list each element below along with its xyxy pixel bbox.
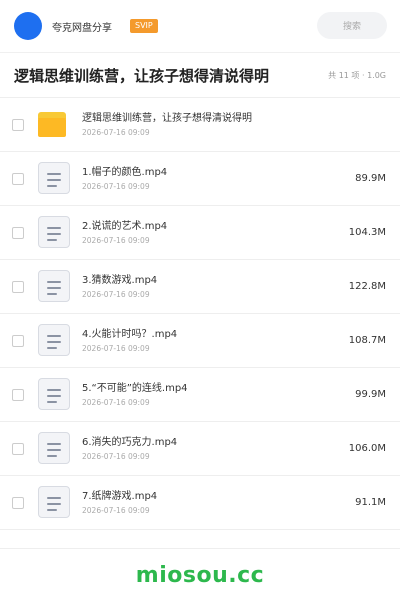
svip-badge: SVIP bbox=[130, 19, 158, 33]
file-size: 108.7M bbox=[348, 335, 386, 346]
file-row[interactable]: 1.帽子的颜色.mp4 2026-07-16 09:09 89.9M bbox=[0, 152, 400, 206]
file-date: 2026-07-16 09:09 bbox=[82, 505, 150, 515]
file-size: 99.9M bbox=[355, 389, 386, 400]
share-meta: 共 11 项 · 1.0G bbox=[328, 70, 386, 80]
file-name[interactable]: 3.猜数游戏.mp4 bbox=[82, 274, 157, 288]
file-row[interactable]: 5.“不可能”的连线.mp4 2026-07-16 09:09 99.9M bbox=[0, 368, 400, 422]
document-icon bbox=[38, 377, 72, 412]
app-header: 夸克网盘分享 SVIP 搜索 bbox=[0, 0, 400, 53]
file-size: 104.3M bbox=[348, 227, 386, 238]
row-checkbox[interactable] bbox=[12, 334, 24, 347]
document-icon bbox=[38, 323, 72, 358]
document-icon bbox=[38, 215, 72, 250]
share-title-bar: 逻辑思维训练营，让孩子想得清说得明 共 11 项 · 1.0G bbox=[0, 53, 400, 98]
row-checkbox[interactable] bbox=[12, 226, 24, 239]
file-list: 逻辑思维训练营，让孩子想得清说得明 2026-07-16 09:09 1.帽子的… bbox=[0, 98, 400, 530]
file-row[interactable]: 7.纸牌游戏.mp4 2026-07-16 09:09 91.1M bbox=[0, 476, 400, 530]
file-name[interactable]: 7.纸牌游戏.mp4 bbox=[82, 490, 157, 504]
file-name[interactable]: 5.“不可能”的连线.mp4 bbox=[82, 382, 188, 396]
file-date: 2026-07-16 09:09 bbox=[82, 397, 150, 407]
file-name[interactable]: 6.消失的巧克力.mp4 bbox=[82, 436, 177, 450]
file-name[interactable]: 1.帽子的颜色.mp4 bbox=[82, 166, 167, 180]
file-name[interactable]: 2.说谎的艺术.mp4 bbox=[82, 220, 167, 234]
footer: miosou.cc bbox=[0, 548, 400, 600]
file-date: 2026-07-16 09:09 bbox=[82, 235, 150, 245]
document-icon bbox=[38, 431, 72, 466]
file-size: 89.9M bbox=[355, 173, 386, 184]
document-icon bbox=[38, 485, 72, 520]
row-checkbox[interactable] bbox=[12, 118, 24, 131]
document-icon bbox=[38, 161, 72, 196]
row-checkbox[interactable] bbox=[12, 172, 24, 185]
file-date: 2026-07-16 09:09 bbox=[82, 343, 150, 353]
file-row[interactable]: 6.消失的巧克力.mp4 2026-07-16 09:09 106.0M bbox=[0, 422, 400, 476]
brand-name: 夸克网盘分享 bbox=[52, 22, 112, 34]
share-page: 夸克网盘分享 SVIP 搜索 逻辑思维训练营，让孩子想得清说得明 共 11 项 … bbox=[0, 0, 400, 600]
file-name[interactable]: 4.火能计时吗？.mp4 bbox=[82, 328, 177, 342]
file-size: 91.1M bbox=[355, 497, 386, 508]
search-button[interactable]: 搜索 bbox=[317, 12, 387, 39]
user-avatar[interactable] bbox=[14, 12, 42, 40]
folder-icon bbox=[38, 108, 72, 142]
file-size: 122.8M bbox=[348, 281, 386, 292]
file-row[interactable]: 3.猜数游戏.mp4 2026-07-16 09:09 122.8M bbox=[0, 260, 400, 314]
file-date: 2026-07-16 09:09 bbox=[82, 127, 150, 137]
watermark-text: miosou.cc bbox=[135, 562, 265, 588]
file-name[interactable]: 逻辑思维训练营，让孩子想得清说得明 bbox=[82, 112, 252, 126]
file-date: 2026-07-16 09:09 bbox=[82, 451, 150, 461]
document-icon bbox=[38, 269, 72, 304]
row-checkbox[interactable] bbox=[12, 496, 24, 509]
row-checkbox[interactable] bbox=[12, 442, 24, 455]
row-checkbox[interactable] bbox=[12, 280, 24, 293]
file-date: 2026-07-16 09:09 bbox=[82, 181, 150, 191]
file-date: 2026-07-16 09:09 bbox=[82, 289, 150, 299]
file-row[interactable]: 逻辑思维训练营，让孩子想得清说得明 2026-07-16 09:09 bbox=[0, 98, 400, 152]
file-row[interactable]: 4.火能计时吗？.mp4 2026-07-16 09:09 108.7M bbox=[0, 314, 400, 368]
row-checkbox[interactable] bbox=[12, 388, 24, 401]
file-row[interactable]: 2.说谎的艺术.mp4 2026-07-16 09:09 104.3M bbox=[0, 206, 400, 260]
file-size: 106.0M bbox=[348, 443, 386, 454]
share-title: 逻辑思维训练营，让孩子想得清说得明 bbox=[14, 66, 270, 85]
